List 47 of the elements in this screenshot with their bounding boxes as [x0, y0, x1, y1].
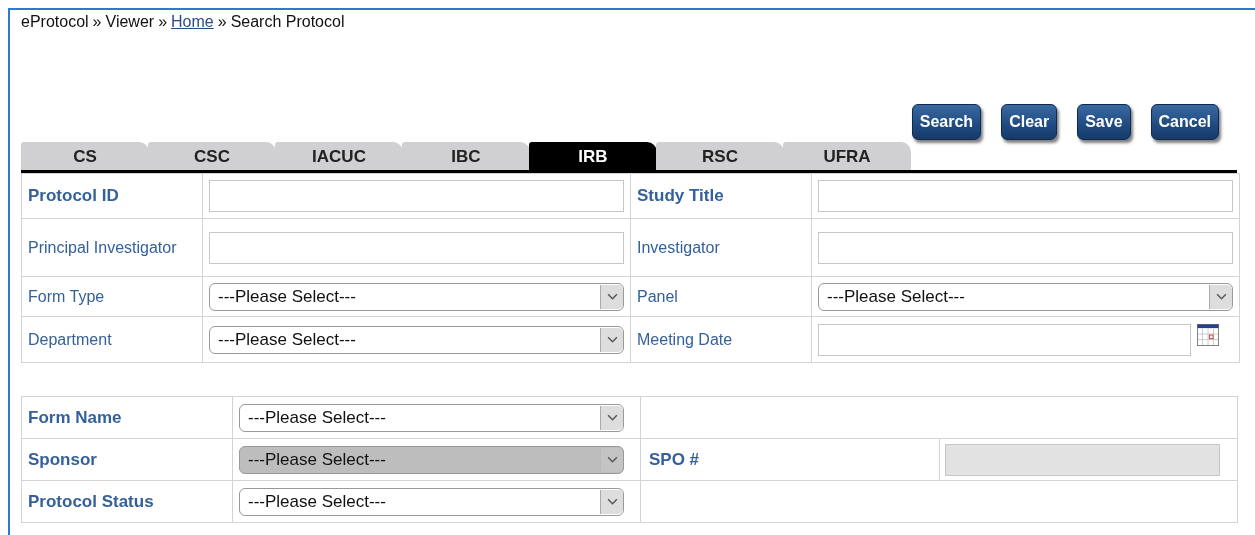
- caret-icon: [1215, 293, 1227, 300]
- text-field[interactable]: [818, 231, 1233, 264]
- dropdown[interactable]: ---Please Select---: [209, 325, 624, 354]
- field-label: Investigator: [637, 237, 720, 258]
- caret-icon: [606, 456, 618, 463]
- field-label: Principal Investigator: [28, 237, 177, 258]
- breadcrumb-separator: »: [158, 13, 168, 32]
- dropdown[interactable]: ---Please Select---: [209, 282, 624, 311]
- breadcrumb-link[interactable]: Home: [171, 13, 214, 33]
- field-label: Form Name: [28, 406, 122, 429]
- breadcrumb-item: Search Protocol: [230, 13, 345, 32]
- field-label: Sponsor: [28, 448, 97, 471]
- dropdown[interactable]: ---Please Select---: [239, 403, 624, 432]
- tab[interactable]: IRB: [529, 142, 657, 170]
- action-button[interactable]: Search: [911, 104, 982, 140]
- text-field[interactable]: [209, 231, 624, 264]
- breadcrumb-item: Viewer: [105, 13, 155, 32]
- field-label: SPO #: [649, 448, 700, 471]
- caret-icon: [606, 336, 618, 343]
- field-label: Study Title: [637, 185, 724, 207]
- action-button[interactable]: Clear: [1001, 104, 1058, 140]
- text-field[interactable]: [209, 180, 624, 212]
- caret-icon: [606, 498, 618, 505]
- tab[interactable]: RSC: [656, 142, 784, 170]
- dropdown[interactable]: ---Please Select---: [818, 282, 1233, 311]
- breadcrumb-item: eProtocol: [21, 13, 89, 32]
- tab[interactable]: IACUC: [275, 142, 403, 170]
- text-field[interactable]: [818, 180, 1233, 212]
- caret-icon: [606, 414, 618, 421]
- calendar-icon[interactable]: [1197, 323, 1219, 346]
- field-label: Panel: [637, 286, 678, 307]
- dropdown[interactable]: ---Please Select---: [239, 487, 624, 516]
- breadcrumb-separator: »: [92, 13, 102, 32]
- tab[interactable]: CSC: [148, 142, 276, 170]
- action-button[interactable]: Save: [1077, 104, 1131, 140]
- action-button[interactable]: Cancel: [1150, 104, 1219, 140]
- field-label: Form Type: [28, 286, 105, 307]
- date-field[interactable]: [818, 323, 1191, 356]
- caret-icon: [606, 293, 618, 300]
- field-label: Meeting Date: [637, 329, 733, 350]
- tab[interactable]: CS: [21, 142, 149, 170]
- breadcrumb-separator: »: [217, 13, 227, 32]
- tab[interactable]: UFRA: [783, 142, 911, 170]
- tab[interactable]: IBC: [402, 142, 530, 170]
- field-label: Department: [28, 329, 112, 350]
- field-label: Protocol Status: [28, 490, 154, 513]
- field-label: Protocol ID: [28, 185, 119, 207]
